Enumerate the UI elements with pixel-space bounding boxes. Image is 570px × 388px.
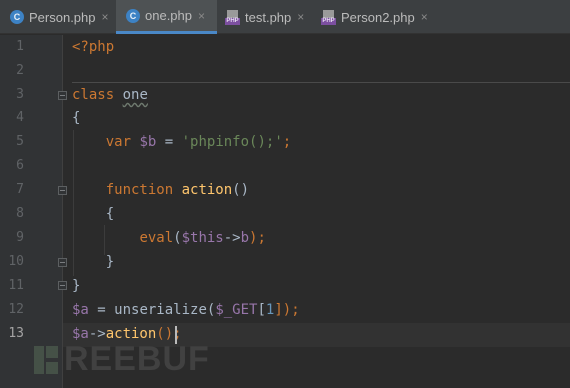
tab-label: Person.php [29, 9, 96, 25]
tab-person2-php[interactable]: PHP Person2.php × [311, 0, 441, 34]
watermark-text: REEBUF [64, 340, 210, 378]
function-call: unserialize [114, 302, 207, 318]
line-number: 12 [8, 302, 24, 317]
code-line-10[interactable]: } [72, 250, 114, 274]
line-number: 3 [16, 87, 24, 102]
function-name: eval [139, 230, 174, 246]
arrow-operator: -> [223, 230, 241, 246]
brace: { [105, 206, 115, 222]
line-number: 6 [16, 158, 24, 173]
class-c-icon: C [10, 10, 24, 24]
keyword: function [105, 182, 174, 198]
paren-semicolon: ); [249, 230, 266, 246]
editor-tab-bar: C Person.php × C one.php × PHP test.php … [0, 0, 570, 34]
line-number: 9 [16, 230, 24, 245]
code-line-7[interactable]: function action() [72, 178, 249, 202]
function-name: action [181, 182, 233, 198]
tab-one-php[interactable]: C one.php × [116, 0, 217, 34]
keyword: class [72, 87, 115, 103]
close-icon[interactable]: × [421, 10, 428, 24]
variable: $a [72, 302, 89, 318]
tab-test-php[interactable]: PHP test.php × [217, 0, 311, 34]
line-number: 7 [16, 182, 24, 197]
bracket: [ [257, 302, 266, 318]
fold-toggle-icon[interactable] [58, 91, 67, 100]
watermark-icon [34, 342, 60, 378]
operator: = [156, 134, 182, 150]
paren: ( [173, 230, 182, 246]
tab-label: Person2.php [341, 9, 415, 25]
code-line-9[interactable]: eval($this->b); [72, 226, 266, 250]
keyword: var [105, 134, 132, 150]
brace: { [72, 110, 81, 126]
close-icon[interactable]: × [297, 10, 304, 24]
string-literal: 'phpinfo();' [181, 134, 283, 150]
line-number: 10 [8, 254, 24, 269]
parens: () [232, 182, 250, 198]
property: b [240, 230, 250, 246]
close-icon[interactable]: × [198, 9, 205, 23]
bracket-paren-semicolon: ]); [274, 302, 300, 318]
code-line-11[interactable]: } [72, 274, 80, 298]
fold-toggle-icon[interactable] [58, 281, 67, 290]
line-number: 2 [16, 63, 24, 78]
line-number: 4 [16, 110, 24, 125]
line-number: 1 [16, 39, 24, 54]
tab-person-php[interactable]: C Person.php × [0, 0, 116, 34]
line-number: 8 [16, 206, 24, 221]
class-name: one [122, 87, 148, 103]
fold-toggle-icon[interactable] [58, 258, 67, 267]
brace: } [105, 254, 115, 270]
operator: = [88, 302, 115, 318]
variable: $b [139, 134, 157, 150]
line-number: 11 [8, 278, 24, 293]
fold-toggle-icon[interactable] [58, 186, 67, 195]
watermark-logo: REEBUF [34, 340, 210, 379]
code-line-3[interactable]: class one [72, 83, 148, 107]
php-file-icon: PHP [225, 9, 240, 25]
code-line-12[interactable]: $a = unserialize($_GET[1]); [72, 298, 300, 322]
line-number-current: 13 [8, 326, 24, 341]
line-number-gutter[interactable]: 1 2 3 4 5 6 7 8 9 10 11 12 13 [0, 35, 62, 388]
line-number: 5 [16, 134, 24, 149]
code-line-4[interactable]: { [72, 106, 80, 130]
tab-label: one.php [145, 8, 192, 23]
superglobal: $_GET [215, 302, 258, 318]
tab-label: test.php [245, 9, 292, 25]
code-line-5[interactable]: var $b = 'phpinfo();'; [72, 130, 291, 154]
variable: $this [181, 230, 224, 246]
close-icon[interactable]: × [102, 10, 109, 24]
php-file-icon: PHP [321, 9, 336, 25]
php-open-tag: <?php [72, 39, 115, 55]
semicolon: ; [282, 134, 292, 150]
brace: } [72, 278, 81, 294]
class-c-icon: C [126, 8, 140, 23]
code-line-8[interactable]: { [72, 202, 114, 226]
code-line-1[interactable]: <?php [72, 35, 114, 59]
